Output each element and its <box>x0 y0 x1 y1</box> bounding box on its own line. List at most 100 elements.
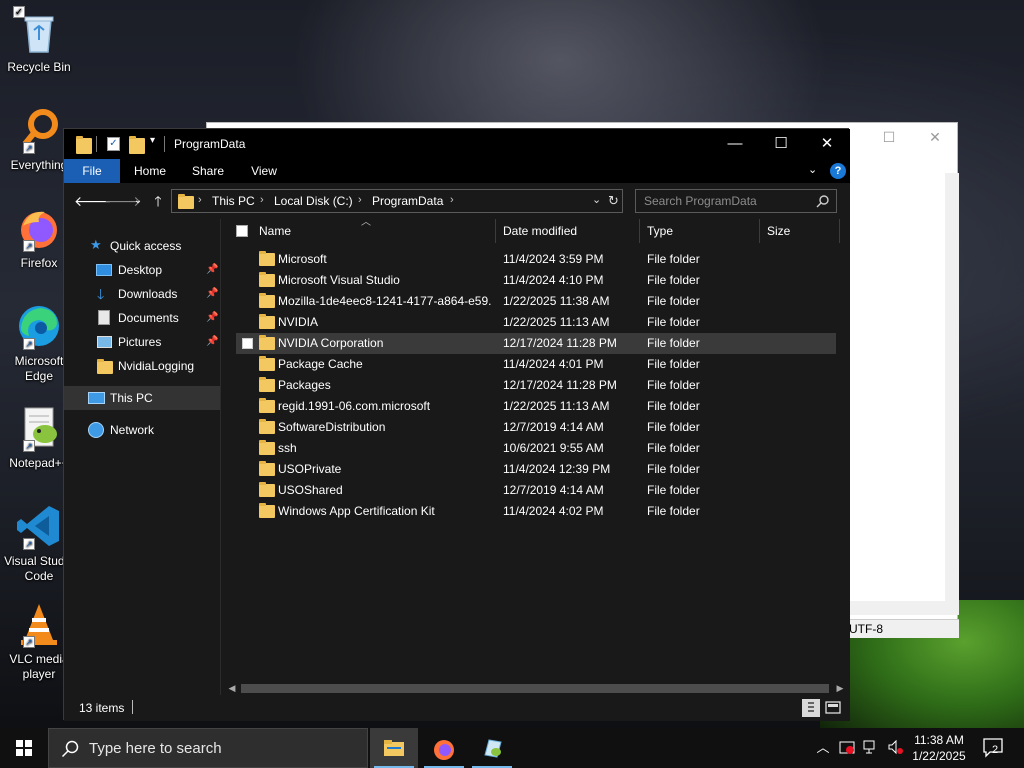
nav-item-downloads[interactable]: 🡓 Downloads 📌 <box>64 282 220 306</box>
folder-icon <box>259 293 275 308</box>
details-view-button[interactable] <box>802 699 820 717</box>
table-row[interactable]: NVIDIA Corporation 12/17/2024 11:28 PM Fil… <box>236 333 836 354</box>
tab-share[interactable]: Share <box>182 159 234 183</box>
expand-ribbon-icon[interactable]: ⌄ <box>808 163 817 176</box>
network-status-icon[interactable] <box>862 739 880 757</box>
show-hidden-icons-icon[interactable]: ︿ <box>814 739 832 757</box>
table-row[interactable]: Windows App Certification Kit 11/4/2024 4… <box>236 501 836 522</box>
column-size[interactable]: Size <box>767 219 837 243</box>
file-name: Windows App Certification Kit <box>278 504 435 518</box>
table-row[interactable]: Packages 12/17/2024 11:28 PM File folder <box>236 375 836 396</box>
column-name[interactable]: Name <box>259 219 495 243</box>
taskbar-firefox[interactable] <box>420 728 468 768</box>
nav-network[interactable]: Network <box>64 418 220 442</box>
everything-icon: ↗ <box>15 106 63 154</box>
taskbar-search-box[interactable]: Type here to search <box>48 728 368 768</box>
forward-button[interactable]: 🡒 <box>104 192 142 210</box>
close-icon[interactable]: ✕ <box>915 127 955 147</box>
nav-this-pc[interactable]: This PC <box>64 386 220 410</box>
download-icon: 🡓 <box>97 286 105 302</box>
up-button[interactable]: 🡑 <box>148 192 168 210</box>
tab-view[interactable]: View <box>238 159 290 183</box>
desktop-icon-recycle-bin[interactable]: ✓ Recycle Bin <box>2 6 76 75</box>
computer-icon <box>88 392 105 404</box>
network-icon <box>88 422 104 438</box>
table-row[interactable]: NVIDIA 1/22/2025 11:13 AM File folder <box>236 312 836 333</box>
recent-locations-button[interactable]: ⌄ <box>128 192 148 210</box>
maximize-button[interactable]: ☐ <box>758 129 804 159</box>
table-row[interactable]: Microsoft 11/4/2024 3:59 PM File folder <box>236 249 836 270</box>
scroll-right-icon[interactable]: ▶ <box>833 681 847 695</box>
desktop-icon <box>96 264 112 276</box>
security-icon[interactable] <box>838 739 856 757</box>
refresh-icon[interactable]: ↻ <box>608 193 619 209</box>
nav-item-nvidialogging[interactable]: NvidiaLogging <box>64 354 220 378</box>
file-type: File folder <box>647 357 700 371</box>
table-row[interactable]: Microsoft Visual Studio 11/4/2024 4:10 PM… <box>236 270 836 291</box>
file-explorer-window[interactable]: ✓ ▾ ProgramData — ☐ ✕ File Home Share Vi… <box>63 128 850 721</box>
title-bar[interactable]: ✓ ▾ ProgramData — ☐ ✕ <box>64 129 850 159</box>
file-name: NVIDIA <box>278 315 319 329</box>
file-name: regid.1991-06.com.microsoft <box>278 399 431 413</box>
navigation-pane: ★ Quick access Desktop 📌 🡓 Downloads 📌 D… <box>64 219 220 695</box>
scrollbar-thumb[interactable] <box>241 684 829 693</box>
desktop-icon-label: Recycle Bin <box>7 60 71 74</box>
start-button[interactable] <box>0 728 48 768</box>
minimize-button[interactable]: — <box>712 129 758 159</box>
address-dropdown-icon[interactable]: ⌄ <box>592 193 601 206</box>
maximize-icon[interactable]: ☐ <box>869 127 909 147</box>
recycle-bin-icon: ✓ <box>13 6 63 56</box>
notepadpp-icon <box>484 739 502 758</box>
taskbar-file-explorer[interactable] <box>370 728 418 768</box>
file-name: Packages <box>278 378 331 392</box>
new-folder-icon[interactable] <box>129 136 145 154</box>
horizontal-scrollbar[interactable]: ◀ ▶ <box>221 681 850 695</box>
clock[interactable]: 11:38 AM 1/22/2025 <box>906 732 972 764</box>
tab-home[interactable]: Home <box>124 159 176 183</box>
breadcrumb-local-disk[interactable]: Local Disk (C:) <box>274 194 353 208</box>
help-icon[interactable]: ? <box>830 163 846 179</box>
folder-icon <box>259 482 275 497</box>
folder-icon <box>259 461 275 476</box>
address-bar[interactable]: › This PC › Local Disk (C:) › ProgramDat… <box>171 189 623 213</box>
customize-toolbar-icon[interactable]: ▾ <box>150 135 155 151</box>
nav-item-desktop[interactable]: Desktop 📌 <box>64 258 220 282</box>
table-row[interactable]: USOPrivate 11/4/2024 12:39 PM File folder <box>236 459 836 480</box>
pin-icon: 📌 <box>206 288 219 299</box>
windows-logo-icon <box>16 740 32 756</box>
column-type[interactable]: Type <box>647 219 759 243</box>
nav-item-documents[interactable]: Documents 📌 <box>64 306 220 330</box>
table-row[interactable]: Mozilla-1de4eec8-1241-4177-a864-e59... 1/… <box>236 291 836 312</box>
table-row[interactable]: Package Cache 11/4/2024 4:01 PM File folde… <box>236 354 836 375</box>
search-box[interactable]: Search ProgramData <box>635 189 837 213</box>
breadcrumb-programdata[interactable]: ProgramData <box>372 194 443 208</box>
notepad-vertical-scrollbar[interactable] <box>945 173 959 603</box>
search-icon <box>816 195 829 208</box>
navigation-bar: 🡐 🡒 ⌄ 🡑 › This PC › Local Disk (C:) › Pr… <box>64 183 850 219</box>
nav-item-pictures[interactable]: Pictures 📌 <box>64 330 220 354</box>
star-icon: ★ <box>90 237 102 252</box>
file-explorer-icon <box>384 740 404 756</box>
back-button[interactable]: 🡐 <box>74 192 112 210</box>
scroll-left-icon[interactable]: ◀ <box>225 681 239 695</box>
tab-file[interactable]: File <box>64 159 120 183</box>
notification-center-button[interactable]: 2 <box>978 736 1008 760</box>
properties-icon[interactable]: ✓ <box>107 137 120 151</box>
table-row[interactable]: SoftwareDistribution 12/7/2019 4:14 AM Fil… <box>236 417 836 438</box>
table-row[interactable]: USOShared 12/7/2019 4:14 AM File folder <box>236 480 836 501</box>
pin-icon: 📌 <box>206 312 219 323</box>
table-row[interactable]: regid.1991-06.com.microsoft 1/22/2025 11:… <box>236 396 836 417</box>
file-date-modified: 11/4/2024 4:01 PM <box>503 357 604 371</box>
column-date-modified[interactable]: Date modified <box>503 219 639 243</box>
select-all-checkbox[interactable] <box>236 225 248 237</box>
large-icons-view-button[interactable] <box>824 699 842 717</box>
row-checkbox[interactable] <box>242 338 253 349</box>
folder-icon <box>76 136 92 154</box>
taskbar-notepadpp[interactable] <box>468 728 516 768</box>
breadcrumb-this-pc[interactable]: This PC <box>212 194 255 208</box>
volume-muted-icon[interactable] <box>886 739 904 757</box>
notepad-horizontal-scrollbar[interactable] <box>847 601 959 615</box>
nav-quick-access[interactable]: ★ Quick access <box>64 234 220 258</box>
close-button[interactable]: ✕ <box>804 129 850 159</box>
table-row[interactable]: ssh 10/6/2021 9:55 AM File folder <box>236 438 836 459</box>
